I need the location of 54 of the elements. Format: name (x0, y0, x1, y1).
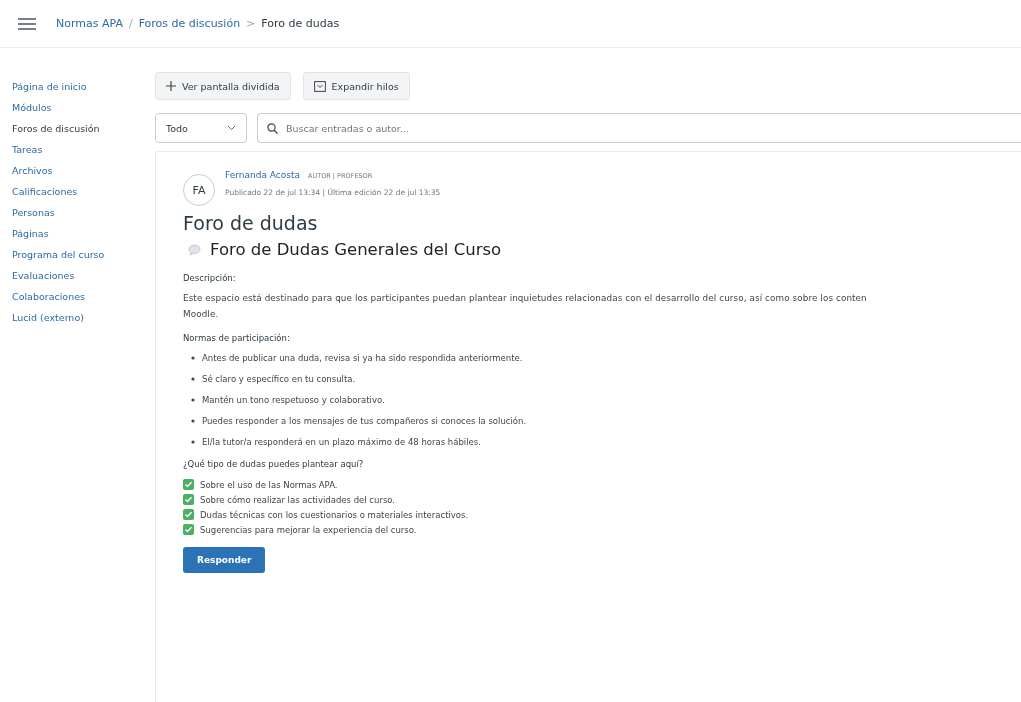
filter-select[interactable]: Todo (155, 113, 247, 143)
search-field[interactable]: Buscar entradas o autor... (257, 113, 1021, 143)
description-text: Este espacio está destinado para que los participantes puedan plantear inquietudes relacionadas con el desarrollo del curso, así como sobre los conten (183, 293, 868, 303)
sidebar-item[interactable]: Personas (12, 206, 155, 220)
rule-text: Puedes responder a los mensajes de tus compañeros si conoces la solución. (202, 416, 527, 426)
rule-text: Sé claro y específico en tu consulta. (202, 374, 356, 384)
post-title: Foro de dudas (183, 212, 319, 234)
sidebar-item[interactable]: Evaluaciones (12, 269, 155, 283)
topic-text: Sobre el uso de las Normas APA. (200, 479, 338, 490)
sidebar-item[interactable]: Programa del curso (12, 248, 155, 262)
chevron-down-icon (227, 125, 236, 131)
sidebar-item[interactable]: Calificaciones (12, 185, 155, 199)
sidebar-item[interactable]: Foros de discusión (12, 122, 155, 136)
sidebar-item[interactable]: Páginas (12, 227, 155, 241)
sidebar-item[interactable]: Módulos (12, 101, 155, 115)
check-mark-icon (183, 479, 194, 490)
sidebar-item[interactable]: Colaboraciones (12, 290, 155, 304)
bullet-icon (191, 377, 195, 381)
breadcrumb-link[interactable]: Normas APA (56, 17, 123, 30)
bullet-icon (191, 356, 195, 360)
description-text: Moodle. (183, 309, 220, 319)
plus-icon (166, 81, 176, 91)
expand-threads-button[interactable]: Expandir hilos (302, 72, 410, 100)
section-label: Normas de participación: (183, 333, 291, 343)
bullet-icon (191, 419, 195, 423)
breadcrumb-separator: / (128, 17, 133, 30)
rule-text: Antes de publicar una duda, revisa si ya ha sido respondida anteriormente. (202, 353, 523, 363)
check-mark-icon (183, 494, 194, 505)
search-icon (267, 123, 278, 134)
post-heading: Foro de Dudas Generales del Curso (210, 240, 502, 259)
breadcrumb-current: Foro de dudas (261, 17, 340, 30)
topic-text: Dudas técnicas con los cuestionarios o materiales interactivos. (200, 509, 469, 520)
reply-button[interactable]: Responder (183, 547, 266, 573)
check-mark-icon (183, 524, 194, 535)
section-label: ¿Qué tipo de dudas puedes plantear aquí? (183, 459, 365, 469)
rule-text: Mantén un tono respetuoso y colaborativo. (202, 395, 385, 405)
sidebar-item[interactable]: Archivos (12, 164, 155, 178)
sidebar-item[interactable]: Página de inicio (12, 80, 155, 94)
rule-text: El/la tutor/a responderá en un plazo máximo de 48 horas hábiles. (202, 437, 481, 447)
speech-bubble-icon (188, 243, 201, 256)
bullet-icon (191, 398, 195, 402)
author-name[interactable]: Fernanda Acosta (225, 170, 300, 180)
menu-icon[interactable] (18, 17, 36, 30)
topic-text: Sugerencias para mejorar la experiencia del curso. (200, 524, 417, 535)
check-mark-icon (183, 509, 194, 520)
split-view-button[interactable]: Ver pantalla dividida (155, 72, 291, 100)
sidebar-item[interactable]: Lucid (externo) (12, 311, 155, 325)
breadcrumb-link[interactable]: Foros de discusión (138, 17, 241, 30)
sidebar-item[interactable]: Tareas (12, 143, 155, 157)
bullet-icon (191, 440, 195, 444)
section-label: Descripción: (183, 273, 237, 283)
breadcrumb-separator: > (246, 17, 256, 30)
expand-icon (313, 80, 326, 92)
topic-text: Sobre cómo realizar las actividades del curso. (200, 494, 396, 505)
